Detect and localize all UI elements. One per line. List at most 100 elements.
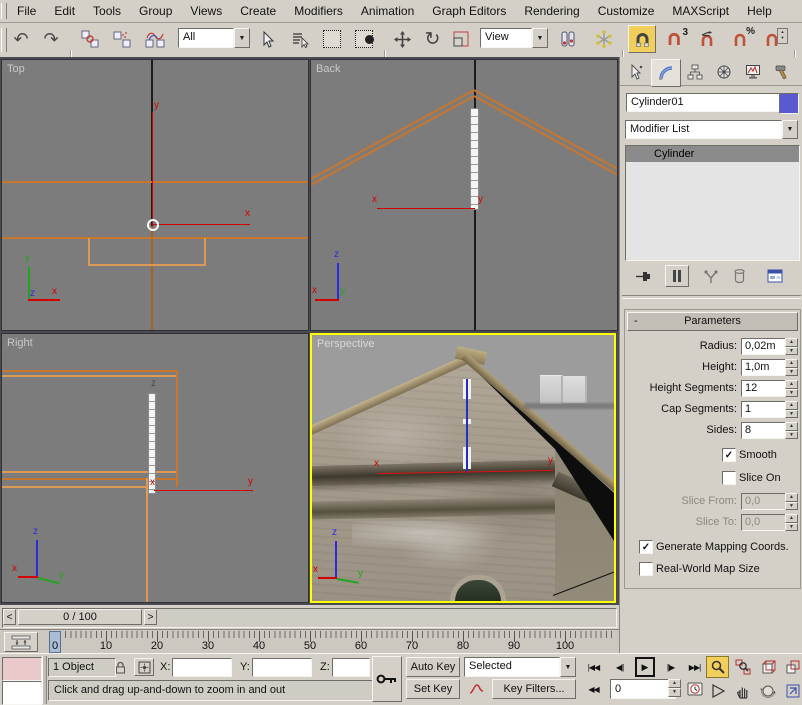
menu-maxscript[interactable]: MAXScript [663, 0, 738, 21]
next-frame-button[interactable]: ||▶ [659, 657, 682, 677]
use-center-flyout-button[interactable] [554, 26, 582, 52]
stack-item-cylinder[interactable]: Cylinder [626, 146, 799, 162]
object-name-field[interactable]: Cylinder01 [626, 93, 784, 112]
menu-help[interactable]: Help [738, 0, 781, 21]
default-in-out-tangent-button[interactable] [464, 679, 488, 699]
smooth-checkbox[interactable]: ✓ [722, 448, 736, 462]
selected-cylinder-top-view[interactable] [147, 219, 159, 231]
maxscript-mini-listener-script[interactable] [2, 681, 42, 705]
selection-lock-toggle[interactable] [111, 658, 130, 676]
frame-field-spinner[interactable]: ▲▼ [668, 679, 681, 697]
viewport-back[interactable]: Back x y z x y [310, 59, 618, 331]
key-filters-button[interactable]: Key Filters... [492, 679, 576, 699]
select-and-scale-button[interactable] [448, 26, 474, 52]
pin-stack-button[interactable] [631, 265, 655, 287]
field-of-view-button[interactable] [706, 680, 729, 702]
maximize-viewport-toggle-button[interactable] [781, 680, 802, 702]
previous-frame-button[interactable]: ◀|| [608, 657, 631, 677]
go-to-start-button[interactable]: |◀◀ [582, 657, 605, 677]
reference-coordinate-system-dropdown[interactable]: View ▼ [480, 28, 548, 48]
generate-mapping-coords-checkbox[interactable]: ✓ [639, 540, 653, 554]
viewport-right-label[interactable]: Right [7, 337, 33, 349]
dropdown-arrow-icon[interactable]: ▼ [234, 28, 250, 48]
x-coord-field[interactable] [172, 658, 232, 677]
tab-motion[interactable] [710, 60, 738, 84]
viewport-perspective[interactable]: Perspective [310, 333, 616, 603]
tab-utilities[interactable] [768, 60, 796, 84]
height-spinner[interactable]: ▲▼ [785, 359, 798, 376]
auto-key-button[interactable]: Auto Key [406, 657, 460, 677]
menu-file[interactable]: File [8, 0, 45, 21]
angle-snap-button[interactable] [694, 26, 724, 52]
height-field[interactable]: 1,0m [741, 359, 789, 376]
menu-customize[interactable]: Customize [589, 0, 664, 21]
zoom-all-button[interactable] [731, 656, 754, 678]
track-bar-ruler[interactable]: 0 10 20 30 40 50 60 70 80 90 100 [45, 631, 615, 653]
key-mode-toggle-button[interactable]: ◀◀ [582, 679, 605, 699]
menubar-drag-handle[interactable] [1, 3, 7, 19]
viewport-right[interactable]: Right z x y z x [1, 333, 309, 603]
configure-modifier-sets-button[interactable] [763, 265, 787, 287]
toolbar-drag-handle[interactable] [1, 28, 7, 52]
slice-on-checkbox[interactable] [722, 471, 736, 485]
cap-segments-field[interactable]: 1 [741, 401, 789, 418]
select-object-button[interactable] [256, 26, 282, 52]
viewport-top-label[interactable]: Top [7, 63, 25, 75]
unlink-selection-button[interactable] [108, 26, 136, 52]
tab-modify[interactable] [651, 59, 681, 87]
real-world-map-size-checkbox[interactable] [639, 562, 653, 576]
menu-group[interactable]: Group [130, 0, 181, 21]
bind-to-space-warp-button[interactable] [140, 26, 170, 52]
menu-animation[interactable]: Animation [352, 0, 423, 21]
tab-create[interactable] [622, 60, 650, 84]
height-segments-spinner[interactable]: ▲▼ [785, 380, 798, 397]
menu-create[interactable]: Create [231, 0, 285, 21]
viewport-back-label[interactable]: Back [316, 63, 340, 75]
select-and-rotate-button[interactable]: ↻ [419, 25, 446, 53]
selected-cylinder-perspective[interactable] [463, 379, 471, 473]
set-key-button[interactable]: Set Key [406, 679, 460, 699]
collapse-icon[interactable]: - [634, 313, 638, 330]
modifier-stack-list[interactable]: Cylinder [625, 145, 800, 261]
radius-spinner[interactable]: ▲▼ [785, 338, 798, 355]
menu-views[interactable]: Views [181, 0, 231, 21]
go-to-end-button[interactable]: ▶▶| [683, 657, 706, 677]
snaps-toggle-button[interactable] [628, 25, 656, 53]
set-keys-big-button[interactable] [372, 656, 402, 702]
select-by-name-button[interactable] [286, 26, 314, 52]
play-animation-button[interactable]: ▶ [634, 657, 656, 677]
cap-segments-spinner[interactable]: ▲▼ [785, 401, 798, 418]
open-mini-curve-editor-button[interactable] [4, 632, 38, 652]
menu-edit[interactable]: Edit [45, 0, 84, 21]
dropdown-arrow-icon[interactable]: ▼ [560, 657, 576, 677]
sides-field[interactable]: 8 [741, 422, 789, 439]
y-coord-field[interactable] [252, 658, 312, 677]
crossing-selection-button[interactable] [350, 26, 378, 52]
current-frame-field[interactable]: 0 [610, 679, 676, 699]
arc-rotate-button[interactable] [756, 680, 779, 702]
radius-field[interactable]: 0,02m [741, 338, 789, 355]
dropdown-arrow-icon[interactable]: ▼ [532, 28, 548, 48]
maxscript-mini-listener-macro[interactable] [2, 657, 42, 681]
time-slider-handle[interactable]: 0 / 100 [18, 609, 142, 625]
redo-button[interactable]: ↷ [38, 25, 64, 53]
next-frame-arrow[interactable]: > [144, 609, 157, 625]
object-color-swatch[interactable] [779, 93, 799, 114]
menu-modifiers[interactable]: Modifiers [285, 0, 352, 21]
rectangular-selection-region-button[interactable] [318, 26, 346, 52]
select-and-move-button[interactable] [389, 26, 416, 52]
selection-filter-dropdown[interactable]: All ▼ [178, 28, 250, 48]
menu-rendering[interactable]: Rendering [515, 0, 588, 21]
zoom-extents-all-button[interactable] [781, 656, 802, 678]
key-filter-selection-dropdown[interactable]: Selected ▼ [464, 657, 576, 677]
sides-spinner[interactable]: ▲▼ [785, 422, 798, 439]
modifier-list-dropdown[interactable]: Modifier List ▼ [625, 120, 798, 139]
absolute-offset-mode-toggle[interactable] [134, 658, 154, 676]
tab-display[interactable] [739, 60, 767, 84]
menu-graph-editors[interactable]: Graph Editors [423, 0, 515, 21]
undo-button[interactable]: ↶ [8, 25, 34, 53]
listener-splitter[interactable] [42, 656, 47, 704]
menu-tools[interactable]: Tools [84, 0, 130, 21]
zoom-extents-button[interactable] [756, 656, 779, 678]
time-configuration-button[interactable] [684, 679, 706, 699]
